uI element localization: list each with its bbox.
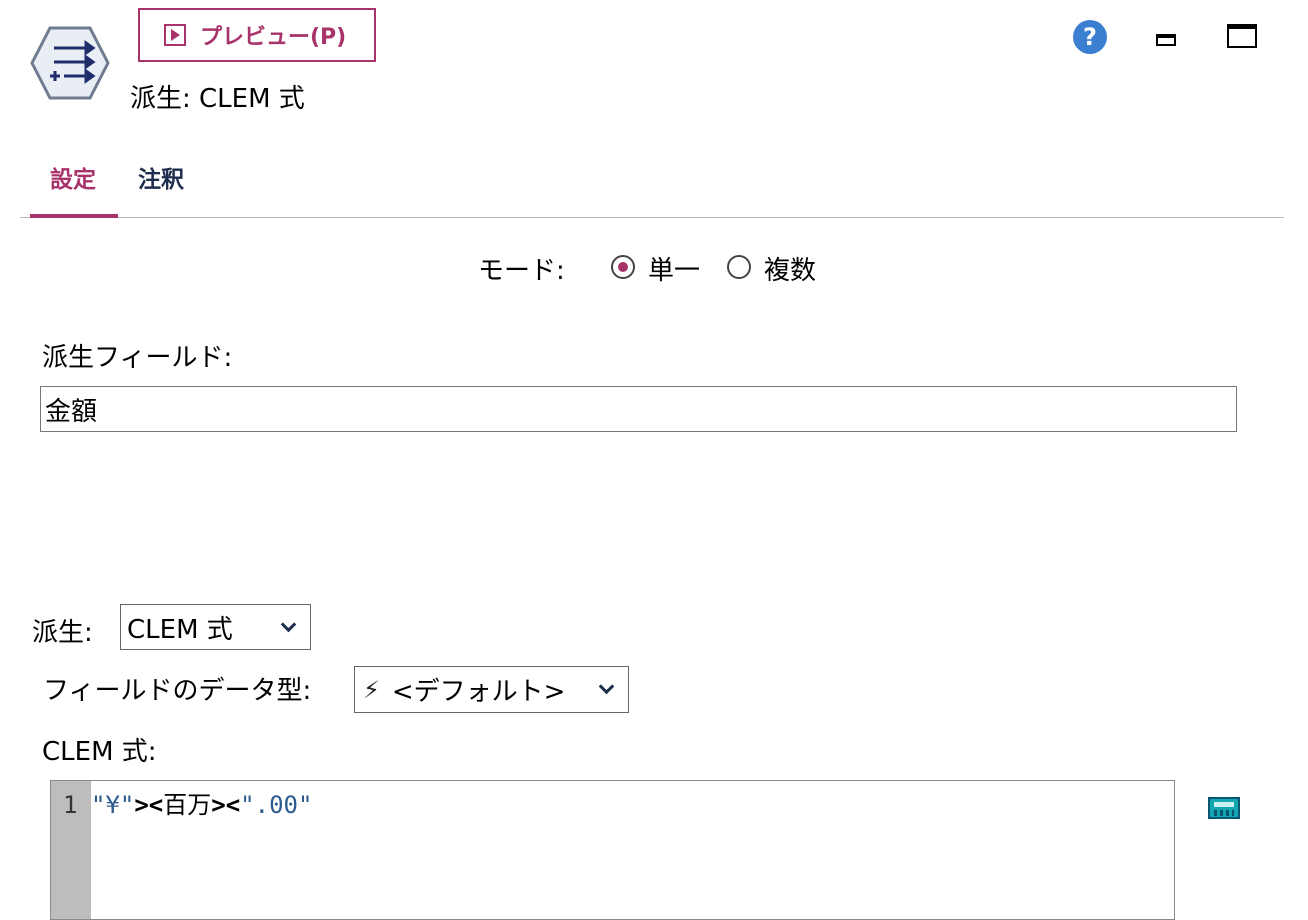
derive-as-value: CLEM 式 (127, 614, 233, 645)
derive-field-input[interactable] (40, 386, 1237, 432)
code-token-operator: >< (211, 791, 241, 819)
tab-divider (20, 217, 1284, 218)
clem-expression-label: CLEM 式: (42, 737, 157, 767)
field-type-dropdown[interactable]: ⚡ <デフォルト> (354, 666, 629, 713)
code-token-operator: >< (134, 791, 164, 819)
mode-single-label[interactable]: 単一 (648, 250, 700, 287)
code-line[interactable]: "¥"><百万><".00" (91, 785, 312, 820)
lightning-bolt-icon: ⚡ (363, 675, 380, 704)
mode-multiple-radio[interactable] (727, 255, 751, 279)
line-number: 1 (63, 791, 78, 819)
preview-button-label: プレビュー(P) (200, 25, 347, 50)
expression-builder-icon[interactable] (1208, 797, 1240, 819)
node-title: 派生: CLEM 式 (130, 84, 305, 114)
derive-node-icon (30, 26, 110, 100)
minimize-icon[interactable] (1156, 34, 1176, 46)
preview-button[interactable]: プレビュー(P) (138, 8, 376, 62)
code-token-field: 百万 (163, 791, 212, 819)
tab-settings[interactable]: 設定 (50, 160, 96, 194)
code-token-string: ".00" (240, 791, 313, 819)
field-type-label: フィールドのデータ型: (43, 676, 312, 706)
field-type-value: <デフォルト> (391, 677, 566, 707)
clem-expression-editor[interactable]: 1 "¥"><百万><".00" (50, 780, 1175, 920)
active-tab-indicator (30, 214, 118, 218)
derive-as-label: 派生: (32, 618, 93, 648)
mode-multiple-label[interactable]: 複数 (764, 250, 816, 287)
mode-single-radio[interactable] (611, 255, 635, 279)
derive-field-label: 派生フィールド: (42, 343, 233, 373)
help-icon[interactable]: ? (1073, 20, 1107, 54)
play-icon (164, 24, 186, 46)
maximize-icon[interactable] (1227, 24, 1257, 48)
code-token-string: "¥" (91, 791, 135, 819)
tab-annotations[interactable]: 注釈 (138, 160, 184, 194)
mode-label: モード: (478, 256, 565, 286)
